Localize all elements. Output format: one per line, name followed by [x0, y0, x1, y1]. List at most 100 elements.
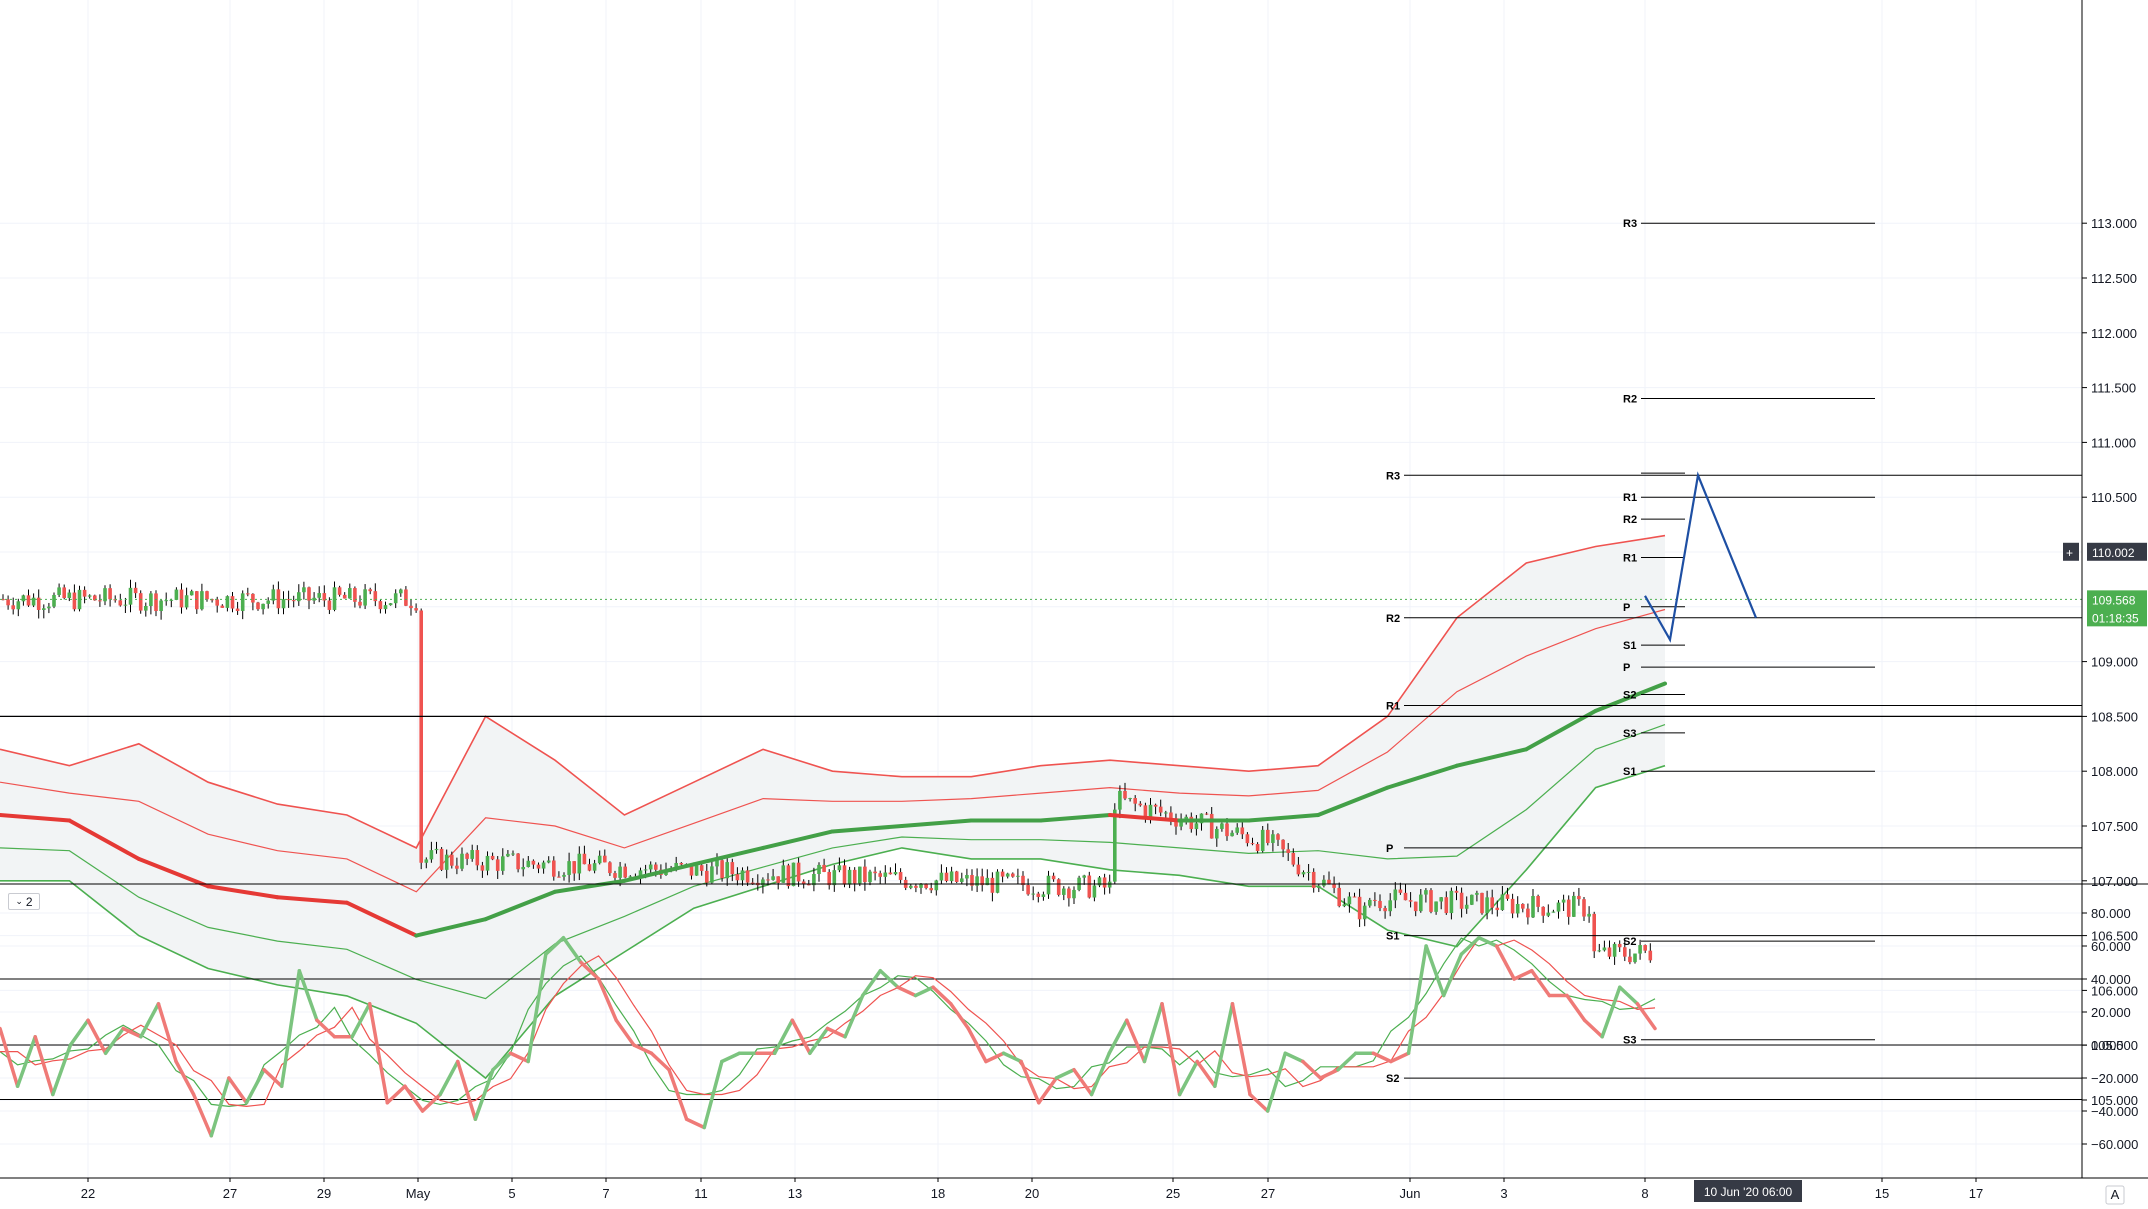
candle-body[interactable]	[1113, 809, 1117, 882]
candle-body[interactable]	[1220, 823, 1224, 829]
candle-body[interactable]	[240, 593, 245, 611]
candle-body[interactable]	[771, 876, 775, 880]
candle-body[interactable]	[939, 872, 944, 881]
candle-body[interactable]	[776, 876, 780, 883]
candle-body[interactable]	[327, 600, 332, 610]
candle-body[interactable]	[21, 595, 26, 602]
candle-body[interactable]	[1041, 894, 1046, 897]
candle-body[interactable]	[1490, 897, 1494, 908]
candle-body[interactable]	[133, 587, 138, 594]
candle-body[interactable]	[1260, 829, 1265, 851]
candle-body[interactable]	[730, 862, 735, 875]
candle-body[interactable]	[1250, 843, 1255, 845]
candle-body[interactable]	[128, 587, 133, 605]
pane-collapse-toggle[interactable]: ⌄ 2	[8, 893, 40, 910]
candle-body[interactable]	[144, 605, 148, 611]
candle-body[interactable]	[960, 878, 964, 882]
candle-body[interactable]	[363, 589, 367, 606]
candle-body[interactable]	[1225, 823, 1229, 837]
candle-body[interactable]	[531, 860, 536, 865]
candle-body[interactable]	[1026, 885, 1030, 895]
candle-body[interactable]	[383, 605, 388, 610]
candle-body[interactable]	[796, 862, 801, 882]
candle-body[interactable]	[1444, 897, 1449, 914]
candle-body[interactable]	[82, 589, 87, 597]
candle-body[interactable]	[235, 608, 240, 611]
candle-body[interactable]	[388, 603, 393, 606]
candle-body[interactable]	[679, 862, 684, 865]
candle-body[interactable]	[1352, 896, 1357, 898]
candle-body[interactable]	[1138, 803, 1143, 806]
candle-body[interactable]	[1633, 953, 1637, 963]
candle-body[interactable]	[1337, 887, 1341, 907]
candle-body[interactable]	[1536, 896, 1540, 907]
candle-body[interactable]	[562, 874, 566, 877]
candle-body[interactable]	[786, 865, 791, 887]
candle-body[interactable]	[898, 872, 903, 880]
candle-body[interactable]	[1153, 804, 1158, 807]
candle-body[interactable]	[205, 591, 209, 600]
candle-body[interactable]	[189, 591, 194, 596]
candle-body[interactable]	[230, 596, 235, 609]
candle-body[interactable]	[108, 588, 112, 600]
candle-body[interactable]	[781, 865, 786, 883]
candle-body[interactable]	[1607, 947, 1612, 957]
candle-body[interactable]	[577, 853, 582, 874]
candle-body[interactable]	[123, 604, 128, 606]
candle-body[interactable]	[1347, 896, 1352, 905]
candle-body[interactable]	[1531, 896, 1535, 918]
candle-body[interactable]	[1424, 890, 1428, 895]
candle-body[interactable]	[888, 872, 893, 875]
candle-body[interactable]	[11, 605, 15, 610]
candle-body[interactable]	[603, 855, 607, 863]
candle-body[interactable]	[1051, 875, 1056, 880]
candle-body[interactable]	[740, 870, 745, 881]
candle-body[interactable]	[1587, 913, 1591, 917]
candle-body[interactable]	[643, 869, 648, 871]
candle-body[interactable]	[827, 871, 831, 886]
candle-body[interactable]	[1373, 899, 1377, 901]
candle-body[interactable]	[954, 871, 959, 882]
candle-body[interactable]	[995, 871, 1000, 893]
candle-body[interactable]	[501, 856, 505, 871]
candle-body[interactable]	[1470, 894, 1474, 905]
candle-body[interactable]	[1046, 875, 1051, 895]
candle-body[interactable]	[694, 865, 699, 876]
candle-body[interactable]	[1623, 947, 1627, 957]
candle-body[interactable]	[1128, 798, 1132, 800]
candle-body[interactable]	[495, 859, 500, 871]
candle-body[interactable]	[1475, 892, 1479, 895]
candle-body[interactable]	[618, 866, 622, 878]
candle-body[interactable]	[791, 862, 796, 887]
candle-body[interactable]	[1459, 892, 1464, 909]
candle-body[interactable]	[1322, 879, 1326, 886]
candle-body[interactable]	[1398, 889, 1403, 893]
candle-body[interactable]	[72, 592, 77, 610]
candle-body[interactable]	[444, 854, 449, 870]
candle-body[interactable]	[1107, 881, 1112, 888]
candle-body[interactable]	[429, 850, 434, 860]
candle-body[interactable]	[613, 873, 617, 878]
candle-body[interactable]	[1643, 945, 1647, 951]
candle-body[interactable]	[286, 599, 291, 601]
candle-body[interactable]	[1546, 912, 1551, 916]
candle-body[interactable]	[31, 597, 36, 606]
candle-body[interactable]	[154, 593, 158, 612]
candle-body[interactable]	[118, 600, 123, 606]
candle-body[interactable]	[1628, 956, 1632, 963]
candle-body[interactable]	[465, 853, 469, 859]
candle-body[interactable]	[404, 589, 408, 606]
candle-body[interactable]	[47, 606, 51, 609]
candle-body[interactable]	[271, 589, 276, 601]
candle-body[interactable]	[944, 872, 949, 882]
candle-body[interactable]	[159, 600, 163, 612]
candle-body[interactable]	[1005, 873, 1010, 877]
candle-body[interactable]	[368, 589, 372, 592]
candle-body[interactable]	[883, 872, 888, 877]
candle-body[interactable]	[1638, 945, 1642, 954]
candle-body[interactable]	[745, 870, 750, 883]
candle-body[interactable]	[1551, 911, 1556, 913]
candle-body[interactable]	[1510, 898, 1515, 914]
candle-body[interactable]	[1306, 871, 1311, 873]
candle-body[interactable]	[1092, 885, 1097, 898]
